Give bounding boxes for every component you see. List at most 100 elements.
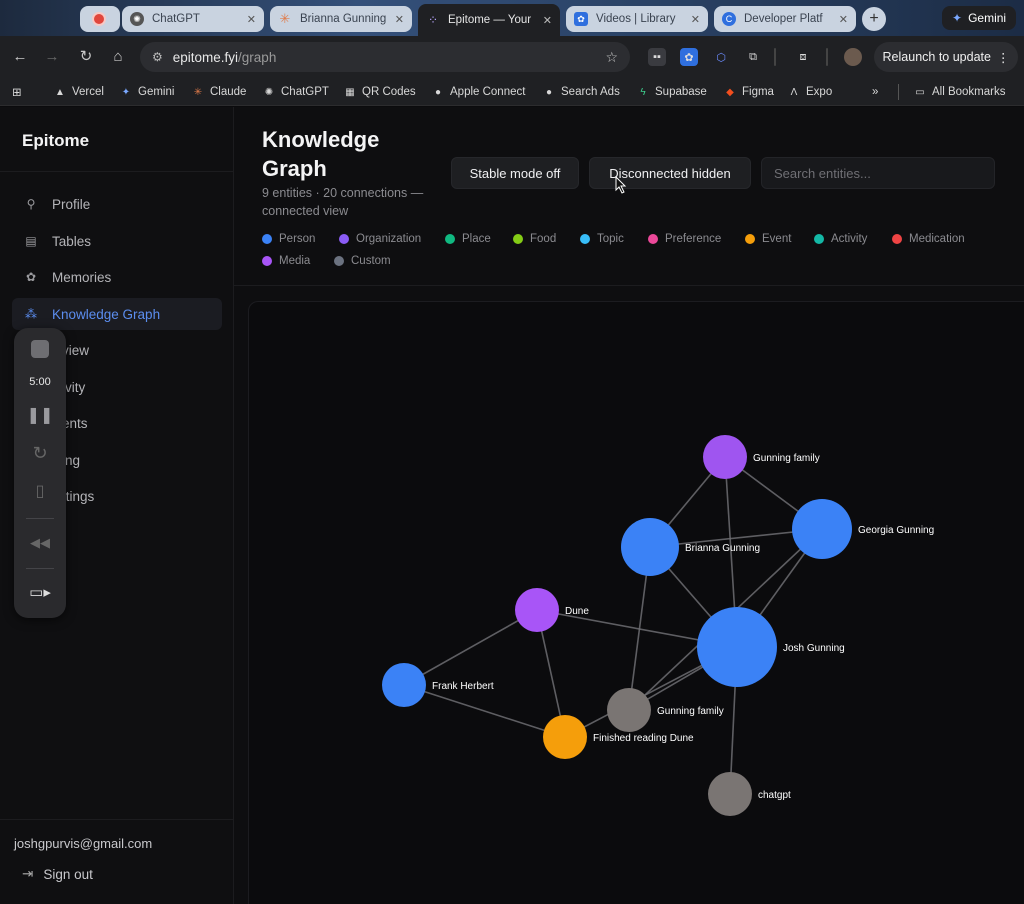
more-bookmarks-icon[interactable]: » — [872, 84, 878, 100]
extension-icon[interactable]: ✿ — [680, 48, 698, 66]
disconnected-toggle[interactable]: Disconnected hidden — [589, 157, 751, 189]
tab-recording[interactable] — [80, 6, 120, 32]
home-icon[interactable]: ⌂ — [108, 46, 128, 66]
bookmark-qr-codes[interactable]: ▦ QR Codes — [344, 84, 415, 100]
developer-icon: C — [722, 12, 736, 26]
close-icon[interactable]: ✕ — [247, 13, 256, 26]
graph-svg[interactable]: Gunning family Georgia Gunning Brianna Gun… — [249, 302, 1024, 904]
epitome-icon: ⁘ — [427, 13, 439, 27]
pause-icon[interactable]: ❚❚ — [14, 404, 66, 426]
rewind-icon[interactable]: ◀◀ — [14, 532, 66, 554]
graph-icon: ⁂ — [25, 307, 37, 321]
sidebar-item-tables[interactable]: ▤ Tables — [12, 225, 222, 257]
graph-edge — [403, 609, 538, 686]
stop-recording-button[interactable] — [31, 340, 49, 358]
tab-developer[interactable]: C Developer Platf ✕ — [714, 6, 856, 32]
gemini-button[interactable]: ✦ Gemini — [942, 6, 1017, 30]
bookmark-search-ads[interactable]: ● Search Ads — [543, 84, 620, 100]
bookmark-figma[interactable]: ◆ Figma — [724, 84, 774, 100]
legend-item-event[interactable]: Event — [745, 233, 791, 245]
bookmark-apple-connect[interactable]: ● Apple Connect — [432, 84, 525, 100]
tab-brianna[interactable]: ✳ Brianna Gunning ✕ — [270, 6, 412, 32]
graph-node-georgia[interactable] — [792, 499, 852, 559]
sidebar-item-memories[interactable]: ✿ Memories — [12, 261, 222, 293]
graph-node-gunning-family-org[interactable] — [703, 435, 747, 479]
legend-item-topic[interactable]: Topic — [580, 233, 624, 245]
legend-dot — [892, 234, 902, 244]
legend-dot — [745, 234, 755, 244]
legend-item-medication[interactable]: Medication — [892, 233, 965, 245]
graph-node-brianna[interactable] — [621, 518, 679, 576]
tab-epitome[interactable]: ⁘ Epitome — Your ✕ — [418, 4, 560, 36]
table-icon: ▤ — [25, 234, 37, 248]
trash-icon[interactable]: ▯ — [14, 480, 66, 502]
legend-dot — [334, 256, 344, 266]
legend-item-preference[interactable]: Preference — [648, 233, 721, 245]
bookmark-star-icon[interactable]: ☆ — [605, 49, 618, 66]
graph-node-label: Georgia Gunning — [858, 525, 934, 536]
browser-tab-strip: ✺ ChatGPT ✕ ✳ Brianna Gunning ✕ ⁘ Epitom… — [0, 0, 1024, 36]
graph-node-label: Gunning family — [753, 453, 820, 464]
sign-out-button[interactable]: ⇥ Sign out — [22, 866, 93, 882]
legend-item-media[interactable]: Media — [262, 255, 310, 267]
site-info-icon[interactable]: ⚙ — [152, 50, 163, 64]
graph-node-gunning-family-custom[interactable] — [607, 688, 651, 732]
graph-node-chatgpt[interactable] — [708, 772, 752, 816]
screen-search-icon[interactable]: ⧈ — [794, 48, 812, 66]
legend-item-person[interactable]: Person — [262, 233, 315, 245]
new-tab-button[interactable]: + — [862, 7, 886, 31]
legend-item-activity[interactable]: Activity — [814, 233, 867, 245]
forward-icon[interactable]: → — [42, 46, 62, 66]
record-icon — [92, 12, 106, 26]
close-icon[interactable]: ✕ — [691, 13, 700, 26]
bookmark-claude[interactable]: ✳ Claude — [192, 84, 247, 100]
bookmark-expo[interactable]: Λ Expo — [788, 84, 833, 100]
close-icon[interactable]: ✕ — [395, 13, 404, 26]
supabase-icon: ϟ — [640, 86, 646, 98]
all-bookmarks[interactable]: ▭ All Bookmarks — [914, 84, 1005, 100]
legend-item-place[interactable]: Place — [445, 233, 491, 245]
divider — [0, 171, 234, 172]
bookmark-chatgpt[interactable]: ✺ ChatGPT — [263, 84, 329, 100]
gemini-icon: ✦ — [121, 86, 131, 98]
screen-recorder-panel: 5:00 ❚❚ ↻ ▯ ◀◀ ▭▸ — [14, 328, 66, 618]
back-icon[interactable]: ← — [10, 46, 30, 66]
tab-chatgpt[interactable]: ✺ ChatGPT ✕ — [122, 6, 264, 32]
legend-item-custom[interactable]: Custom — [334, 255, 391, 267]
sidebar-item-knowledge-graph[interactable]: ⁂ Knowledge Graph — [12, 298, 222, 330]
legend-item-food[interactable]: Food — [513, 233, 556, 245]
close-icon[interactable]: ✕ — [839, 13, 848, 26]
divider — [826, 48, 828, 66]
extension-icon[interactable]: ▪▪ — [648, 48, 666, 66]
bookmark-supabase[interactable]: ϟ Supabase — [637, 84, 706, 100]
restart-icon[interactable]: ↻ — [14, 442, 66, 464]
apps-grid-icon[interactable]: ⊞ — [12, 84, 22, 100]
graph-node-josh[interactable] — [697, 607, 777, 687]
tab-videos[interactable]: ✿ Videos | Library ✕ — [566, 6, 708, 32]
extensions-puzzle-icon[interactable]: ⧉ — [744, 48, 762, 66]
knowledge-graph-canvas[interactable]: Gunning family Georgia Gunning Brianna Gun… — [248, 301, 1024, 904]
divider — [26, 518, 54, 519]
bookmark-gemini[interactable]: ✦ Gemini — [120, 84, 175, 100]
search-entities-input[interactable] — [761, 157, 995, 189]
close-icon[interactable]: ✕ — [543, 14, 552, 27]
profile-avatar-icon[interactable] — [844, 48, 862, 66]
mouse-cursor-icon — [615, 176, 627, 194]
url-field[interactable]: ⚙ epitome.fyi/graph ☆ — [140, 42, 630, 72]
legend-dot — [513, 234, 523, 244]
reload-icon[interactable]: ↻ — [76, 46, 96, 66]
graph-node-frank[interactable] — [382, 663, 426, 707]
legend-item-organization[interactable]: Organization — [339, 233, 421, 245]
extension-icon[interactable]: ⬡ — [712, 48, 730, 66]
camera-icon[interactable]: ▭▸ — [14, 580, 66, 604]
brand-logo[interactable]: Epitome — [22, 131, 89, 151]
graph-node-dune[interactable] — [515, 588, 559, 632]
qr-icon: ▦ — [345, 86, 355, 98]
bookmark-vercel[interactable]: ▲ Vercel — [54, 84, 104, 100]
address-bar-row: ← → ↻ ⌂ ⚙ epitome.fyi/graph ☆ ▪▪ ✿ ⬡ ⧉ ⧈… — [0, 36, 1024, 78]
graph-node-finished-dune[interactable] — [543, 715, 587, 759]
sidebar-item-profile[interactable]: ⚲ Profile — [12, 188, 222, 220]
brain-icon: ✿ — [25, 270, 37, 284]
stable-mode-toggle[interactable]: Stable mode off — [451, 157, 579, 189]
relaunch-button[interactable]: Relaunch to update ⋮ — [874, 42, 1018, 72]
